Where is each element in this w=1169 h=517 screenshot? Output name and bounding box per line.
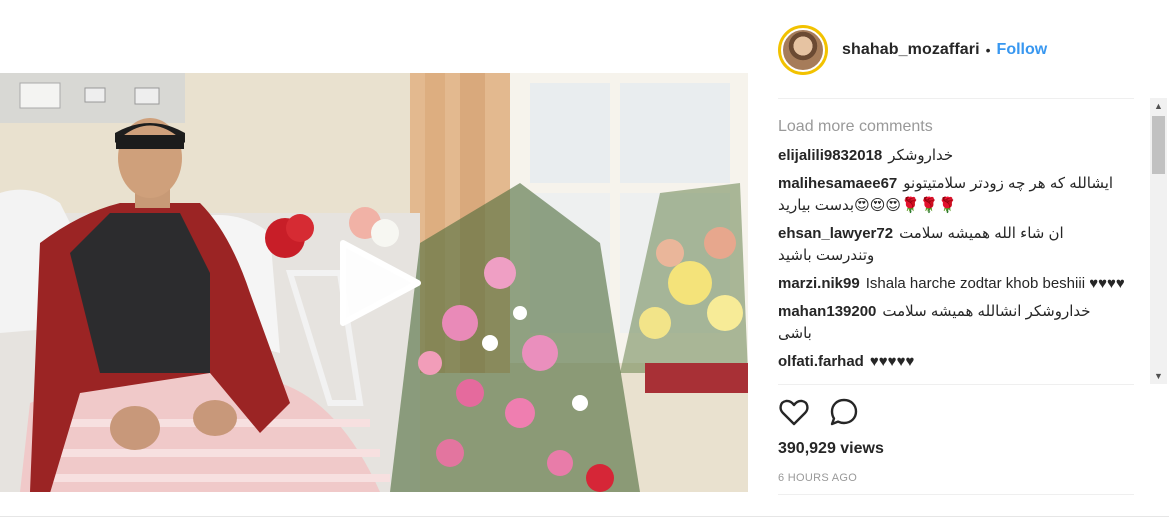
comment-author[interactable]: ehsan_lawyer72 — [778, 225, 893, 242]
load-more-comments-button[interactable]: Load more comments — [778, 118, 1150, 136]
like-button[interactable] — [778, 396, 814, 432]
comment-text: ♥♥♥♥♥ — [869, 353, 915, 370]
comment-text: Ishala harche zodtar khob beshiii ♥♥♥♥ — [865, 275, 1125, 292]
comment-author[interactable]: mahan139200 — [778, 303, 876, 320]
comment-item: elijalili9832018 خداروشکر — [778, 145, 1126, 167]
separator-dot: • — [985, 42, 991, 58]
post-video[interactable] — [0, 73, 748, 492]
comment-item: marzi.nik99 Ishala harche zodtar khob bes… — [778, 273, 1126, 295]
username-link[interactable]: shahab_mozaffari — [842, 41, 980, 59]
comment-item: olfati.farhad ♥♥♥♥♥ — [778, 351, 1126, 373]
play-button[interactable] — [333, 238, 423, 328]
comments-scrollbar[interactable]: ▲ ▼ — [1150, 98, 1167, 384]
view-count: 390,929 views — [778, 440, 884, 457]
instagram-post: shahab_mozaffari • Follow Load more comm… — [0, 0, 1169, 517]
post-sidebar: shahab_mozaffari • Follow Load more comm… — [748, 0, 1169, 517]
avatar[interactable] — [778, 25, 828, 75]
comment-item: malihesamaee67 ایشالله که هر چه زودتر سلا… — [778, 173, 1126, 217]
comment-icon — [830, 398, 858, 426]
comment-item: mahan139200 خداروشکر انشالله همیشه سلامت … — [778, 301, 1126, 345]
heart-icon — [779, 399, 809, 426]
comment-author[interactable]: malihesamaee67 — [778, 175, 897, 192]
comment-author[interactable]: marzi.nik99 — [778, 275, 860, 292]
comment-button[interactable] — [828, 396, 864, 432]
comment-text: خداروشکر — [888, 147, 954, 164]
action-bar — [778, 396, 878, 432]
post-timestamp[interactable]: 6 HOURS AGO — [778, 472, 857, 484]
comments-divider — [778, 384, 1134, 385]
play-icon — [340, 240, 421, 326]
footer-divider — [778, 494, 1134, 495]
post-header: shahab_mozaffari • Follow — [778, 24, 1047, 76]
comments-list: Load more comments elijalili9832018 خدارو… — [778, 110, 1150, 382]
scroll-thumb[interactable] — [1152, 116, 1165, 174]
follow-button[interactable]: Follow — [997, 41, 1048, 59]
scroll-down-arrow-icon[interactable]: ▼ — [1150, 368, 1167, 384]
comment-author[interactable]: olfati.farhad — [778, 353, 864, 370]
header-divider — [778, 98, 1134, 99]
scroll-up-arrow-icon[interactable]: ▲ — [1150, 98, 1167, 114]
comment-item: ehsan_lawyer72 ان شاء الله همیشه سلامت وت… — [778, 223, 1126, 267]
comment-author[interactable]: elijalili9832018 — [778, 147, 882, 164]
